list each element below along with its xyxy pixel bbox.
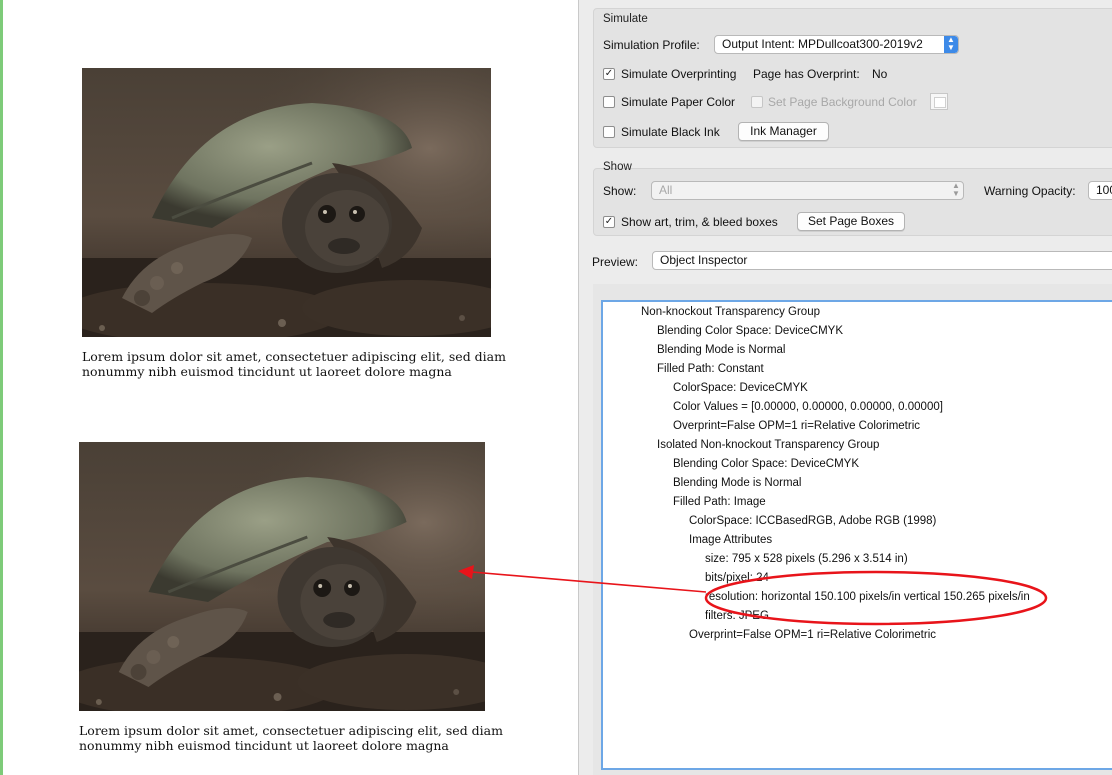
object-inspector-tree[interactable]: Non-knockout Transparency Group Blending … (601, 300, 1112, 770)
image-caption: Lorem ipsum dolor sit amet, consectetuer… (79, 723, 503, 753)
inspector-line: ColorSpace: ICCBasedRGB, Adobe RGB (1998… (689, 515, 937, 527)
show-group: Show Show: All ▲▼ Warning Opacity: 100 ✓… (593, 161, 1112, 236)
page-has-overprint-label: Page has Overprint: (753, 67, 860, 81)
simulate-overprinting-label: Simulate Overprinting (621, 67, 737, 81)
show-group-title: Show (603, 161, 632, 173)
show-value: All (659, 183, 673, 197)
document-page: Lorem ipsum dolor sit amet, consectetuer… (0, 0, 578, 775)
preview-select[interactable]: Object Inspector (652, 251, 1112, 270)
inspector-line: Isolated Non-knockout Transparency Group (657, 439, 880, 451)
simulate-group-title: Simulate (603, 13, 648, 25)
simulation-profile-select[interactable]: Output Intent: MPDullcoat300-2019v2 ▲ ▼ (714, 35, 959, 54)
inspector-line: Blending Mode is Normal (673, 477, 802, 489)
inspector-line: Filled Path: Image (673, 496, 766, 508)
simulation-profile-value: Output Intent: MPDullcoat300-2019v2 (722, 37, 923, 51)
preview-label: Preview: (592, 255, 639, 269)
page-has-overprint-value: No (872, 67, 888, 81)
inspector-line: Overprint=False OPM=1 ri=Relative Colori… (689, 629, 937, 641)
turtle-photo-top (82, 68, 491, 337)
set-page-background-checkbox (751, 96, 763, 108)
object-inspector-area: Non-knockout Transparency Group Blending … (593, 284, 1112, 775)
inspector-line: filters: JPEG (705, 610, 769, 622)
simulate-paper-color-checkbox[interactable] (603, 96, 615, 108)
inspector-line: Blending Color Space: DeviceCMYK (657, 325, 844, 337)
simulate-paper-color-label: Simulate Paper Color (621, 95, 736, 109)
inspector-line: bits/pixel: 24 (705, 572, 769, 584)
ink-manager-button[interactable]: Ink Manager (738, 122, 829, 141)
turtle-photo-bottom (79, 442, 485, 711)
show-label: Show: (603, 184, 637, 198)
simulate-black-ink-label: Simulate Black Ink (621, 125, 720, 139)
image-caption: Lorem ipsum dolor sit amet, consectetuer… (82, 349, 506, 379)
inspector-line: Color Values = [0.00000, 0.00000, 0.0000… (673, 401, 943, 413)
inspector-line: Filled Path: Constant (657, 363, 764, 375)
inspector-line: resolution: horizontal 150.100 pixels/in… (705, 591, 1030, 603)
chevron-updown-icon: ▲ ▼ (944, 36, 958, 53)
page-edge (0, 0, 3, 775)
show-select: All ▲ ▼ (651, 181, 964, 200)
set-page-boxes-button[interactable]: Set Page Boxes (797, 212, 905, 231)
warning-opacity-value: 100 (1096, 183, 1112, 197)
page-background-color-swatch (930, 93, 948, 110)
preview-value: Object Inspector (660, 253, 748, 267)
simulate-group: Simulate Simulation Profile: Output Inte… (593, 8, 1112, 148)
simulate-overprinting-checkbox[interactable]: ✓ (603, 68, 615, 80)
inspector-line: Blending Mode is Normal (657, 344, 786, 356)
inspector-line: size: 795 x 528 pixels (5.296 x 3.514 in… (705, 553, 908, 565)
inspector-line: ColorSpace: DeviceCMYK (673, 382, 808, 394)
inspector-line: Blending Color Space: DeviceCMYK (673, 458, 860, 470)
warning-opacity-label: Warning Opacity: (984, 184, 1076, 198)
set-page-background-label: Set Page Background Color (768, 95, 917, 109)
inspector-line: Overprint=False OPM=1 ri=Relative Colori… (673, 420, 921, 432)
chevron-updown-icon: ▲ ▼ (952, 181, 960, 198)
warning-opacity-field[interactable]: 100 (1088, 181, 1112, 200)
output-preview-panel: Simulate Simulation Profile: Output Inte… (578, 0, 1112, 775)
show-boxes-label: Show art, trim, & bleed boxes (621, 215, 778, 229)
inspector-line: Non-knockout Transparency Group (641, 306, 820, 318)
show-boxes-checkbox[interactable]: ✓ (603, 216, 615, 228)
simulation-profile-label: Simulation Profile: (603, 38, 700, 52)
simulate-black-ink-checkbox[interactable] (603, 126, 615, 138)
inspector-line: Image Attributes (689, 534, 773, 546)
